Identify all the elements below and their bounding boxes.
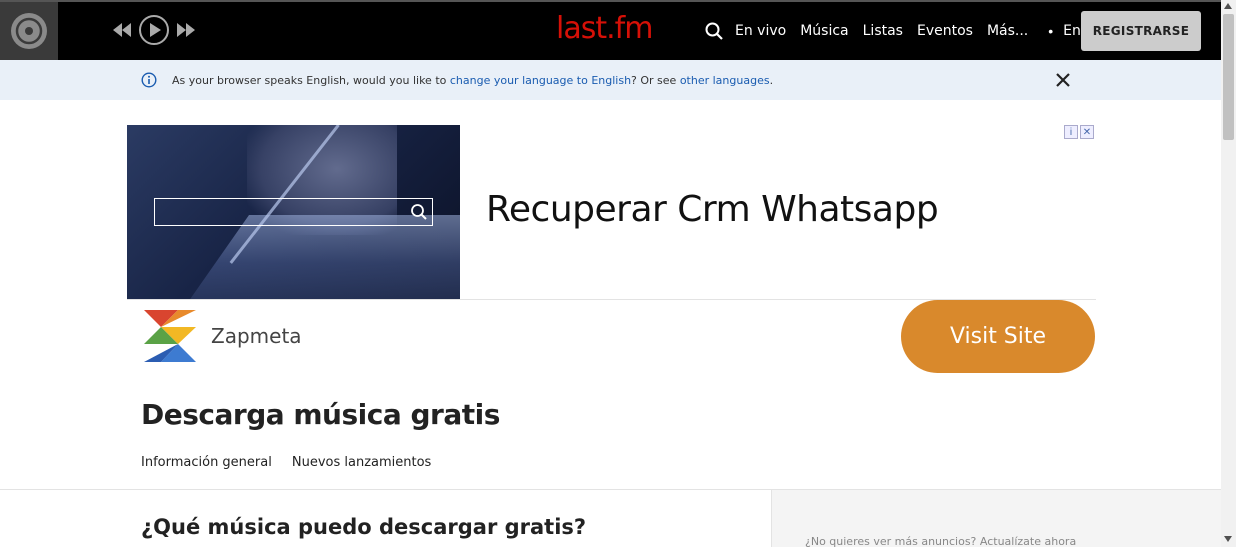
scrollbar-thumb[interactable] bbox=[1223, 14, 1234, 140]
ad-headline[interactable]: Recuperar Crm Whatsapp bbox=[486, 189, 939, 230]
banner-text-after: . bbox=[769, 74, 774, 87]
top-header: last.fm En vivo Música Listas Eventos Má… bbox=[0, 0, 1221, 60]
nav-more[interactable]: Más... bbox=[987, 23, 1028, 39]
scroll-up-icon[interactable] bbox=[1224, 3, 1232, 9]
visit-site-button[interactable]: Visit Site bbox=[901, 300, 1095, 373]
nav-music[interactable]: Música bbox=[800, 23, 848, 39]
ad-search-box bbox=[154, 198, 433, 226]
nav-live[interactable]: En vivo bbox=[735, 23, 786, 39]
tab-new-releases[interactable]: Nuevos lanzamientos bbox=[292, 455, 431, 470]
ad-brand[interactable]: Zapmeta bbox=[211, 324, 302, 348]
info-icon bbox=[141, 72, 157, 93]
close-icon[interactable] bbox=[1054, 71, 1072, 94]
rewind-icon[interactable] bbox=[112, 22, 132, 38]
language-banner-text: As your browser speaks English, would yo… bbox=[172, 74, 773, 87]
page: last.fm En vivo Música Listas Eventos Má… bbox=[0, 0, 1236, 547]
other-languages-link[interactable]: other languages bbox=[680, 74, 770, 87]
nav-separator: • bbox=[1048, 23, 1054, 39]
search-icon bbox=[410, 203, 428, 226]
nav-charts[interactable]: Listas bbox=[863, 23, 903, 39]
tab-overview[interactable]: Información general bbox=[141, 455, 272, 470]
sub-navigation: Información general Nuevos lanzamientos bbox=[141, 455, 431, 470]
ad-image[interactable] bbox=[127, 125, 460, 299]
main-nav: En vivo Música Listas Eventos Más... • E… bbox=[705, 2, 1120, 60]
zapmeta-logo-icon bbox=[144, 310, 196, 367]
page-title: Descarga música gratis bbox=[141, 398, 500, 431]
change-language-link[interactable]: change your language to English bbox=[450, 74, 631, 87]
ad-image-laptop bbox=[164, 215, 460, 299]
nav-events[interactable]: Eventos bbox=[917, 23, 973, 39]
register-button[interactable]: REGISTRARSE bbox=[1081, 11, 1201, 51]
play-icon[interactable] bbox=[138, 14, 170, 46]
scroll-down-icon[interactable] bbox=[1224, 536, 1232, 542]
vinyl-disc-icon[interactable] bbox=[0, 2, 58, 60]
banner-text-before: As your browser speaks English, would yo… bbox=[172, 74, 450, 87]
lastfm-logo[interactable]: last.fm bbox=[556, 11, 653, 46]
adchoices[interactable]: i ✕ bbox=[1064, 125, 1094, 139]
upgrade-note-link[interactable]: ¿No quieres ver más anuncios? Actualízat… bbox=[805, 535, 1076, 547]
adchoices-info-icon[interactable]: i bbox=[1064, 125, 1078, 139]
banner-text-middle: ? Or see bbox=[631, 74, 680, 87]
player-controls bbox=[112, 14, 196, 46]
adchoices-close-icon[interactable]: ✕ bbox=[1080, 125, 1094, 139]
search-icon[interactable] bbox=[705, 22, 723, 40]
fast-forward-icon[interactable] bbox=[176, 22, 196, 38]
section-title: ¿Qué música puedo descargar gratis? bbox=[141, 515, 587, 539]
advertisement[interactable]: Recuperar Crm Whatsapp i ✕ Zapmeta Visit… bbox=[126, 124, 1096, 374]
